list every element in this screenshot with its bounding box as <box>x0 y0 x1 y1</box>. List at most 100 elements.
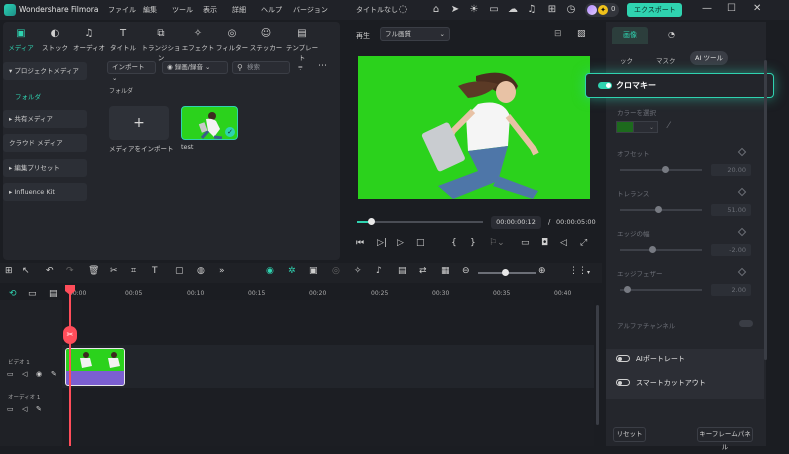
ai-portrait-toggle[interactable] <box>616 355 630 362</box>
smart-cutout-toggle[interactable] <box>616 379 630 386</box>
import-dropdown[interactable]: インポート ⌄ <box>107 61 156 82</box>
scrub-handle[interactable] <box>368 218 375 225</box>
compare-view-icon[interactable]: ⊟ <box>554 29 562 39</box>
tab-filters[interactable]: ◎ フィルター <box>215 28 249 52</box>
media-thumbnail-test[interactable]: ✓ <box>181 106 238 140</box>
undo-icon[interactable]: ↶ <box>46 266 54 276</box>
tab-stock[interactable]: ◐ ストック <box>38 28 72 52</box>
display-icon[interactable]: ▭ <box>521 238 530 248</box>
volume-icon[interactable]: ◁ <box>560 238 567 248</box>
alpha-channel-toggle[interactable] <box>739 320 753 327</box>
crop-icon[interactable]: ⌗ <box>131 266 136 276</box>
sidebar-item-influence-kit[interactable]: ▸ Influence Kit <box>3 183 87 201</box>
tolerance-value[interactable]: 51.00 <box>711 204 751 216</box>
select-arrow-icon[interactable]: ↖ <box>22 266 30 276</box>
add-track-icon[interactable]: ▤ <box>49 289 58 299</box>
filter-sort-icon[interactable]: ⩦ <box>298 62 303 72</box>
timeline-scrollbar[interactable] <box>596 305 599 425</box>
chroma-key-toggle[interactable] <box>598 82 612 89</box>
project-info-icon[interactable]: ◌ <box>397 4 409 16</box>
zoom-in-icon[interactable]: ⊕ <box>538 266 546 276</box>
pip-icon[interactable]: ▦ <box>441 266 450 276</box>
delete-icon[interactable]: 🗑 <box>88 266 99 276</box>
menu-file[interactable]: ファイル <box>108 5 136 15</box>
properties-scrollbar[interactable] <box>764 60 767 360</box>
video-track-lane[interactable] <box>62 345 594 388</box>
folder-icon[interactable]: ▭ <box>7 405 14 413</box>
folder-icon[interactable]: ▭ <box>7 370 14 378</box>
eye-icon[interactable]: ◉ <box>36 370 42 378</box>
link-icon[interactable]: ⟲ <box>9 289 17 299</box>
sidebar-item-folder[interactable]: フォルダ <box>15 91 41 101</box>
close-icon[interactable]: ✕ <box>753 3 761 14</box>
marker-circle-icon[interactable]: ◎ <box>332 266 340 276</box>
lock-icon[interactable]: ✎ <box>36 405 42 413</box>
color-tab-icon[interactable]: ◔ <box>668 30 675 39</box>
zoom-out-icon[interactable]: ⊖ <box>462 266 470 276</box>
chroma-key-toggle-row[interactable]: クロマキー <box>585 73 774 98</box>
play-icon[interactable]: ▷ <box>397 238 404 248</box>
cloud-upload-icon[interactable]: ☁ <box>507 4 519 16</box>
tab-audio[interactable]: ♫ オーディオ <box>72 28 106 52</box>
step-forward-icon[interactable]: ▷| <box>377 238 387 248</box>
send-icon[interactable]: ➤ <box>449 4 461 16</box>
record-dropdown[interactable]: ◉ 録画/録音 ⌄ <box>162 61 228 74</box>
subtab-ai-tools[interactable]: AI ツール <box>690 51 728 65</box>
magic-icon[interactable]: ✧ <box>354 266 362 276</box>
sidebar-item-project-media[interactable]: ▾ プロジェクトメディア <box>3 62 87 80</box>
stop-icon[interactable]: □ <box>416 238 425 248</box>
more-options-icon[interactable]: ⋯ <box>318 61 327 71</box>
edge-thickness-value[interactable]: -2.00 <box>711 244 751 256</box>
edge-thickness-slider[interactable] <box>620 249 702 251</box>
support-icon[interactable]: ♫ <box>526 4 538 16</box>
speaker-icon[interactable]: ◁ <box>22 370 27 378</box>
more-tools-icon[interactable]: » <box>219 266 225 276</box>
cut-icon[interactable]: ✂ <box>110 266 118 276</box>
eyedropper-icon[interactable]: ⁄ <box>668 121 670 131</box>
timeline-ruler[interactable] <box>62 285 600 299</box>
sidebar-item-adjust-presets[interactable]: ▸ 編集プリセット <box>3 159 87 177</box>
prev-frame-icon[interactable]: ⏮ <box>356 238 364 248</box>
subtab-basic[interactable]: ック <box>620 55 633 65</box>
offset-value[interactable]: 20.00 <box>711 164 751 176</box>
ai-effect-icon[interactable]: ✲ <box>288 266 296 276</box>
light-icon[interactable]: ☀ <box>468 4 480 16</box>
sidebar-item-cloud-media[interactable]: クラウド メディア <box>3 134 87 152</box>
speed-icon[interactable]: ◍ <box>197 266 205 276</box>
track-manage-icon[interactable]: ▭ <box>28 289 37 299</box>
scrub-track[interactable] <box>357 221 483 223</box>
scissors-icon[interactable]: ✂ <box>63 326 77 344</box>
menu-tools[interactable]: ツール <box>172 5 193 15</box>
layout-icon[interactable]: ▭ <box>488 4 500 16</box>
edge-feather-value[interactable]: 2.00 <box>711 284 751 296</box>
shape-icon[interactable]: ▢ <box>175 266 184 276</box>
mark-in-icon[interactable]: { <box>451 238 457 248</box>
edge-feather-slider-handle[interactable] <box>624 286 631 293</box>
video-preview[interactable] <box>358 56 590 199</box>
tab-effects[interactable]: ✧ エフェクト <box>181 28 215 52</box>
tab-video-props[interactable]: 画像 <box>612 27 648 44</box>
tab-media[interactable]: ▣ メディア <box>4 28 38 52</box>
lock-icon[interactable]: ✎ <box>51 370 57 378</box>
edge-feather-slider[interactable] <box>620 289 702 291</box>
zoom-slider-handle[interactable] <box>502 269 509 276</box>
tab-transitions[interactable]: ⧉ トランジション <box>141 28 181 62</box>
import-media-tile[interactable]: + <box>109 106 169 140</box>
tab-templates[interactable]: ▤ テンプレート <box>283 28 321 62</box>
snap-icon[interactable]: ◉ <box>266 266 274 276</box>
subtab-mask[interactable]: マスク <box>656 55 676 65</box>
tab-titles[interactable]: T タイトル <box>106 28 140 52</box>
menu-view[interactable]: 表示 <box>203 5 217 15</box>
fullscreen-icon[interactable]: ⤢ <box>580 238 587 248</box>
quality-dropdown[interactable]: フル画質 ⌄ <box>380 27 450 41</box>
credits-badge[interactable]: ✦ 0 <box>585 3 619 17</box>
microphone-icon[interactable]: ♪ <box>376 266 382 276</box>
render-icon[interactable]: ▣ <box>309 266 318 276</box>
keyframe-panel-button[interactable]: キーフレームパネル <box>697 427 753 451</box>
grid-icon[interactable]: ⊞ <box>546 4 558 16</box>
voiceover-icon[interactable]: ▤ <box>398 266 407 276</box>
marker-icon[interactable]: ⚐⌄ <box>489 238 505 248</box>
gift-icon[interactable]: ⌂ <box>430 4 442 16</box>
notification-icon[interactable]: ◷ <box>565 4 577 16</box>
offset-slider[interactable] <box>620 169 702 171</box>
